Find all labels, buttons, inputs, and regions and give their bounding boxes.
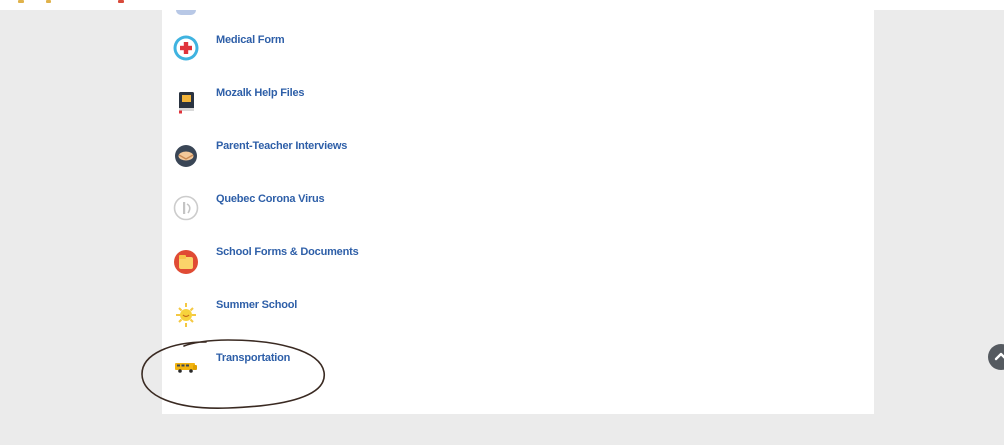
- link-label[interactable]: Summer School: [216, 299, 297, 311]
- scroll-to-top-button[interactable]: [988, 344, 1004, 370]
- banner-fragment: [118, 0, 124, 3]
- link-label[interactable]: School Forms & Documents: [216, 246, 359, 258]
- medical-cross-icon: [172, 34, 200, 62]
- link-transportation[interactable]: Transportation: [162, 352, 522, 396]
- link-label[interactable]: Transportation: [216, 352, 290, 364]
- link-label[interactable]: Mozalk Help Files: [216, 87, 304, 99]
- link-label[interactable]: Medical Form: [216, 34, 285, 46]
- sun-icon: [172, 299, 200, 327]
- link-label[interactable]: Quebec Corona Virus: [216, 193, 325, 205]
- help-book-icon: [172, 87, 200, 115]
- school-bus-icon: [172, 352, 200, 380]
- link-parent-teacher-interviews[interactable]: Parent-Teacher Interviews: [162, 140, 522, 184]
- link-summer-school[interactable]: Summer School: [162, 299, 522, 343]
- chevron-up-icon: [994, 352, 1004, 361]
- resources-panel: Medical Form Mozalk Help Files Parent-Te…: [162, 0, 874, 414]
- banner-fragment: [18, 0, 24, 3]
- banner-fragment: [46, 0, 51, 3]
- folder-icon: [172, 246, 200, 274]
- link-school-forms-documents[interactable]: School Forms & Documents: [162, 246, 522, 290]
- link-mozalk-help-files[interactable]: Mozalk Help Files: [162, 87, 522, 131]
- virus-info-icon: [172, 193, 200, 221]
- link-label[interactable]: Parent-Teacher Interviews: [216, 140, 347, 152]
- partially-visible-icon: [176, 10, 196, 15]
- link-medical-form[interactable]: Medical Form: [162, 34, 522, 78]
- link-quebec-corona-virus[interactable]: Quebec Corona Virus: [162, 193, 522, 237]
- handshake-icon: [172, 140, 200, 168]
